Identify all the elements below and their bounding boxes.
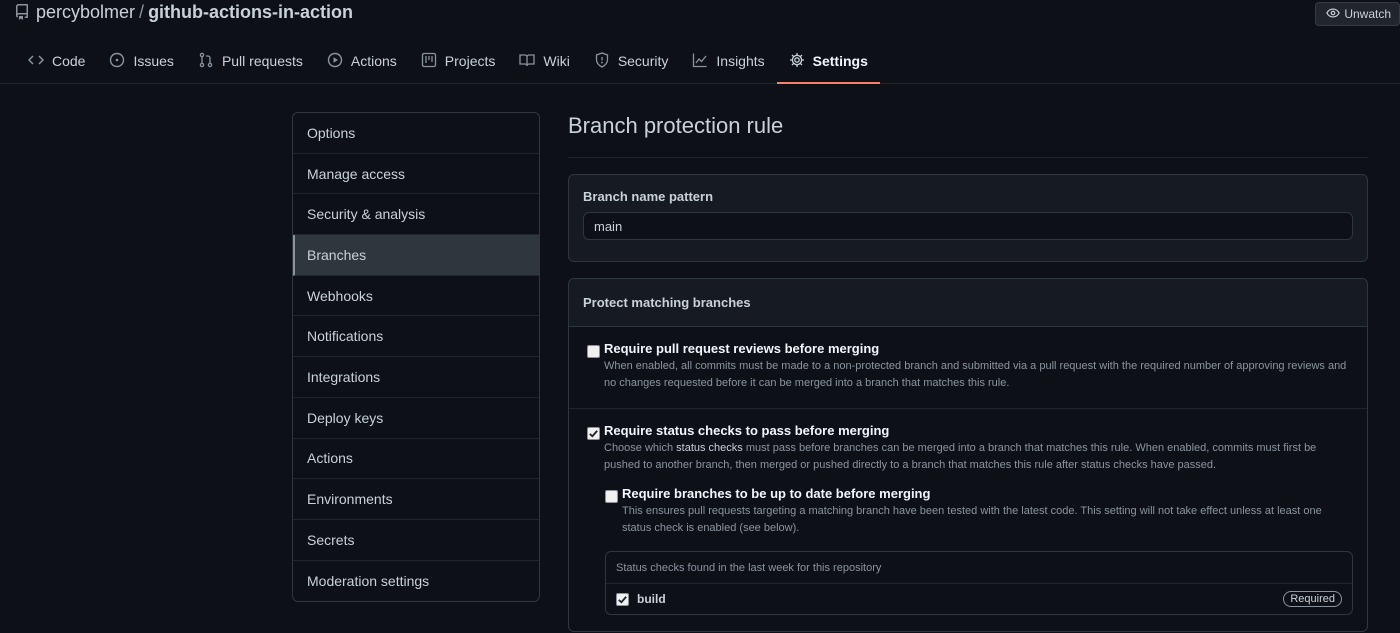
rule-title: Require branches to be up to date before… [622,486,931,501]
rule-up-to-date: Require branches to be up to date before… [605,486,1353,537]
tab-pull-requests[interactable]: Pull requests [186,40,315,84]
tab-label: Pull requests [221,53,303,69]
checkmark-icon [589,430,598,438]
menu-item-notifications[interactable]: Notifications [293,316,539,358]
protect-header: Protect matching branches [569,279,1367,327]
pull-request-icon [198,52,214,71]
menu-item-environments[interactable]: Environments [293,479,539,520]
tab-issues[interactable]: Issues [97,40,185,84]
tab-label: Actions [350,53,397,69]
settings-menu: Options Manage access Security & analysi… [292,112,540,603]
tab-projects[interactable]: Projects [409,40,508,84]
menu-item-security-analysis[interactable]: Security & analysis [293,194,539,236]
tab-label: Issues [133,53,174,69]
status-check-name: build [637,592,666,606]
status-check-row: build Required [606,584,1352,614]
tab-security[interactable]: Security [582,40,681,84]
rule-status-checks: Require status checks to pass before mer… [569,409,1367,631]
checkmark-icon [618,595,627,604]
book-icon [519,52,536,71]
menu-item-moderation-settings[interactable]: Moderation settings [293,561,539,602]
menu-item-branches[interactable]: Branches [293,235,539,276]
branch-pattern-input[interactable]: main [583,212,1353,240]
code-icon [27,52,45,71]
desc-pre: Choose which [604,442,677,454]
tab-label: Code [52,53,86,69]
repo-tabs: Code Issues Pull requests Actions Projec… [16,40,880,84]
protect-branches-section: Protect matching branches Require pull r… [568,278,1368,632]
up-to-date-checkbox[interactable] [605,490,618,503]
tab-label: Settings [812,53,868,69]
menu-item-secrets[interactable]: Secrets [293,520,539,561]
gear-icon [789,52,805,71]
branch-pattern-label: Branch name pattern [583,189,714,204]
menu-item-options[interactable]: Options [293,113,539,154]
repo-owner-link[interactable]: percybolmer [36,2,135,23]
tab-label: Insights [716,53,765,69]
status-checks-header: Status checks found in the last week for… [606,552,1352,584]
menu-item-deploy-keys[interactable]: Deploy keys [293,398,539,439]
tab-label: Wiki [543,53,570,69]
build-check-checkbox[interactable] [616,592,629,606]
tab-actions[interactable]: Actions [315,40,409,84]
repo-header: percybolmer / github-actions-in-action U… [0,0,1400,84]
tab-label: Projects [444,53,496,69]
status-checks-checkbox[interactable] [587,427,600,440]
page-title: Branch protection rule [568,112,1368,158]
tab-wiki[interactable]: Wiki [507,40,581,84]
issue-icon [109,52,125,71]
desc-emphasis: status checks [676,442,743,454]
repo-breadcrumb: percybolmer / github-actions-in-action [14,0,353,24]
branch-pattern-section: Branch name pattern main [568,174,1368,262]
required-badge: Required [1283,591,1342,607]
shield-icon [594,51,610,71]
project-icon [421,52,437,71]
tab-label: Security [617,53,669,69]
menu-item-integrations[interactable]: Integrations [293,357,539,398]
pr-reviews-checkbox[interactable] [587,345,600,358]
tab-insights[interactable]: Insights [680,40,776,84]
rule-description: Choose which status checks must pass bef… [604,440,1353,474]
rule-description: This ensures pull requests targeting a m… [622,505,1322,534]
unwatch-label: Unwatch [1344,7,1391,21]
branch-protection-content: Branch protection rule Branch name patte… [568,112,1368,632]
status-checks-list: Status checks found in the last week for… [605,551,1353,615]
unwatch-button[interactable]: Unwatch [1315,2,1400,26]
menu-item-manage-access[interactable]: Manage access [293,154,539,195]
play-icon [327,52,343,71]
rule-pr-reviews: Require pull request reviews before merg… [569,327,1367,409]
repo-separator: / [139,1,145,22]
repo-icon [14,4,30,20]
tab-code[interactable]: Code [16,40,97,84]
tab-settings[interactable]: Settings [776,40,880,84]
eye-icon [1326,6,1341,23]
graph-icon [692,52,708,71]
rule-title: Require status checks to pass before mer… [604,423,890,438]
rule-title: Require pull request reviews before merg… [604,341,880,356]
menu-item-actions[interactable]: Actions [293,439,539,480]
menu-item-webhooks[interactable]: Webhooks [293,276,539,317]
rule-description: When enabled, all commits must be made t… [604,360,1347,389]
repo-name-link[interactable]: github-actions-in-action [148,2,353,23]
